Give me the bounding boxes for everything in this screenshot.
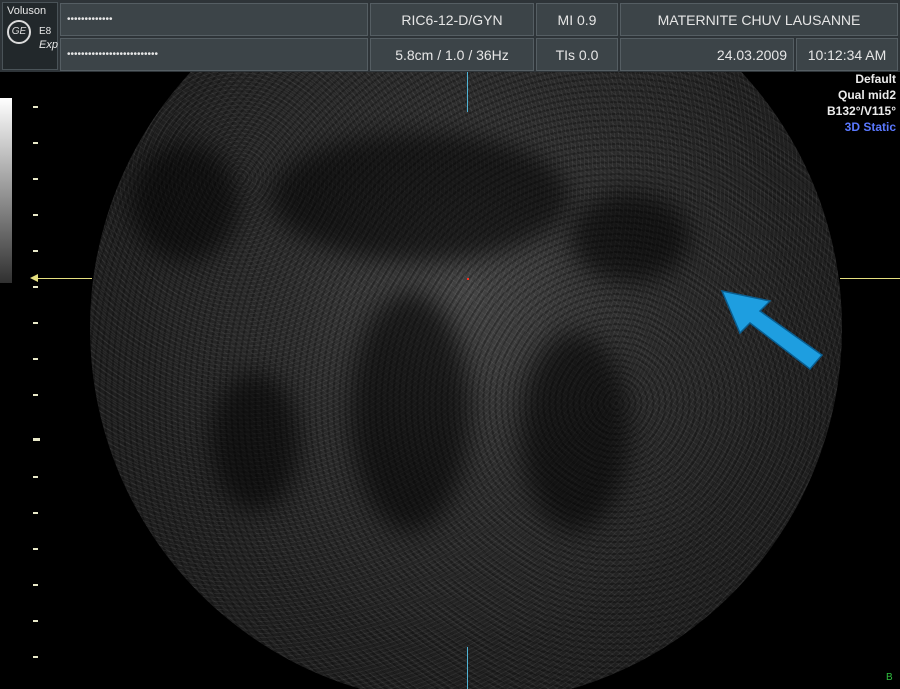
header-bar: Voluson GE E8 Exp ••••••••••••• ••••••••… <box>0 0 900 72</box>
mi-value: MI 0.9 <box>536 3 618 36</box>
brand-label: Voluson <box>7 5 47 17</box>
center-point <box>467 278 469 280</box>
time-label: 10:12:34 AM <box>796 38 898 71</box>
vertical-marker-top <box>467 72 468 112</box>
angles-label: B132°/V115° <box>827 104 896 118</box>
vertical-marker-bottom <box>467 647 468 689</box>
institution-label: MATERNITE CHUV LAUSANNE <box>620 3 898 36</box>
patient-id-field: •••••••••••••••••••••••••• <box>60 38 368 71</box>
horizontal-marker-right <box>840 278 900 279</box>
logo-panel: Voluson GE E8 Exp <box>2 2 58 70</box>
grayscale-bar <box>0 98 12 283</box>
ultrasound-image <box>90 72 842 689</box>
date-label: 24.03.2009 <box>620 38 794 71</box>
left-arrow-icon <box>30 274 38 282</box>
mode-3d-label: 3D Static <box>844 120 896 134</box>
corner-marker: B <box>886 672 893 683</box>
ultrasound-viewport[interactable]: Default Qual mid2 B132°/V115° 3D Static … <box>0 72 900 689</box>
probe-label: RIC6-12-D/GYN <box>370 3 534 36</box>
ge-logo-icon: GE <box>7 20 31 44</box>
mode-label: Exp <box>39 39 58 51</box>
preset-label: Default <box>855 72 896 86</box>
patient-name-field: ••••••••••••• <box>60 3 368 36</box>
depth-settings-label: 5.8cm / 1.0 / 36Hz <box>370 38 534 71</box>
model-label: E8 <box>39 26 52 37</box>
horizontal-marker-left <box>38 278 92 279</box>
tis-value: TIs 0.0 <box>536 38 618 71</box>
quality-label: Qual mid2 <box>837 88 896 102</box>
arrow-annotation-icon <box>720 289 824 371</box>
